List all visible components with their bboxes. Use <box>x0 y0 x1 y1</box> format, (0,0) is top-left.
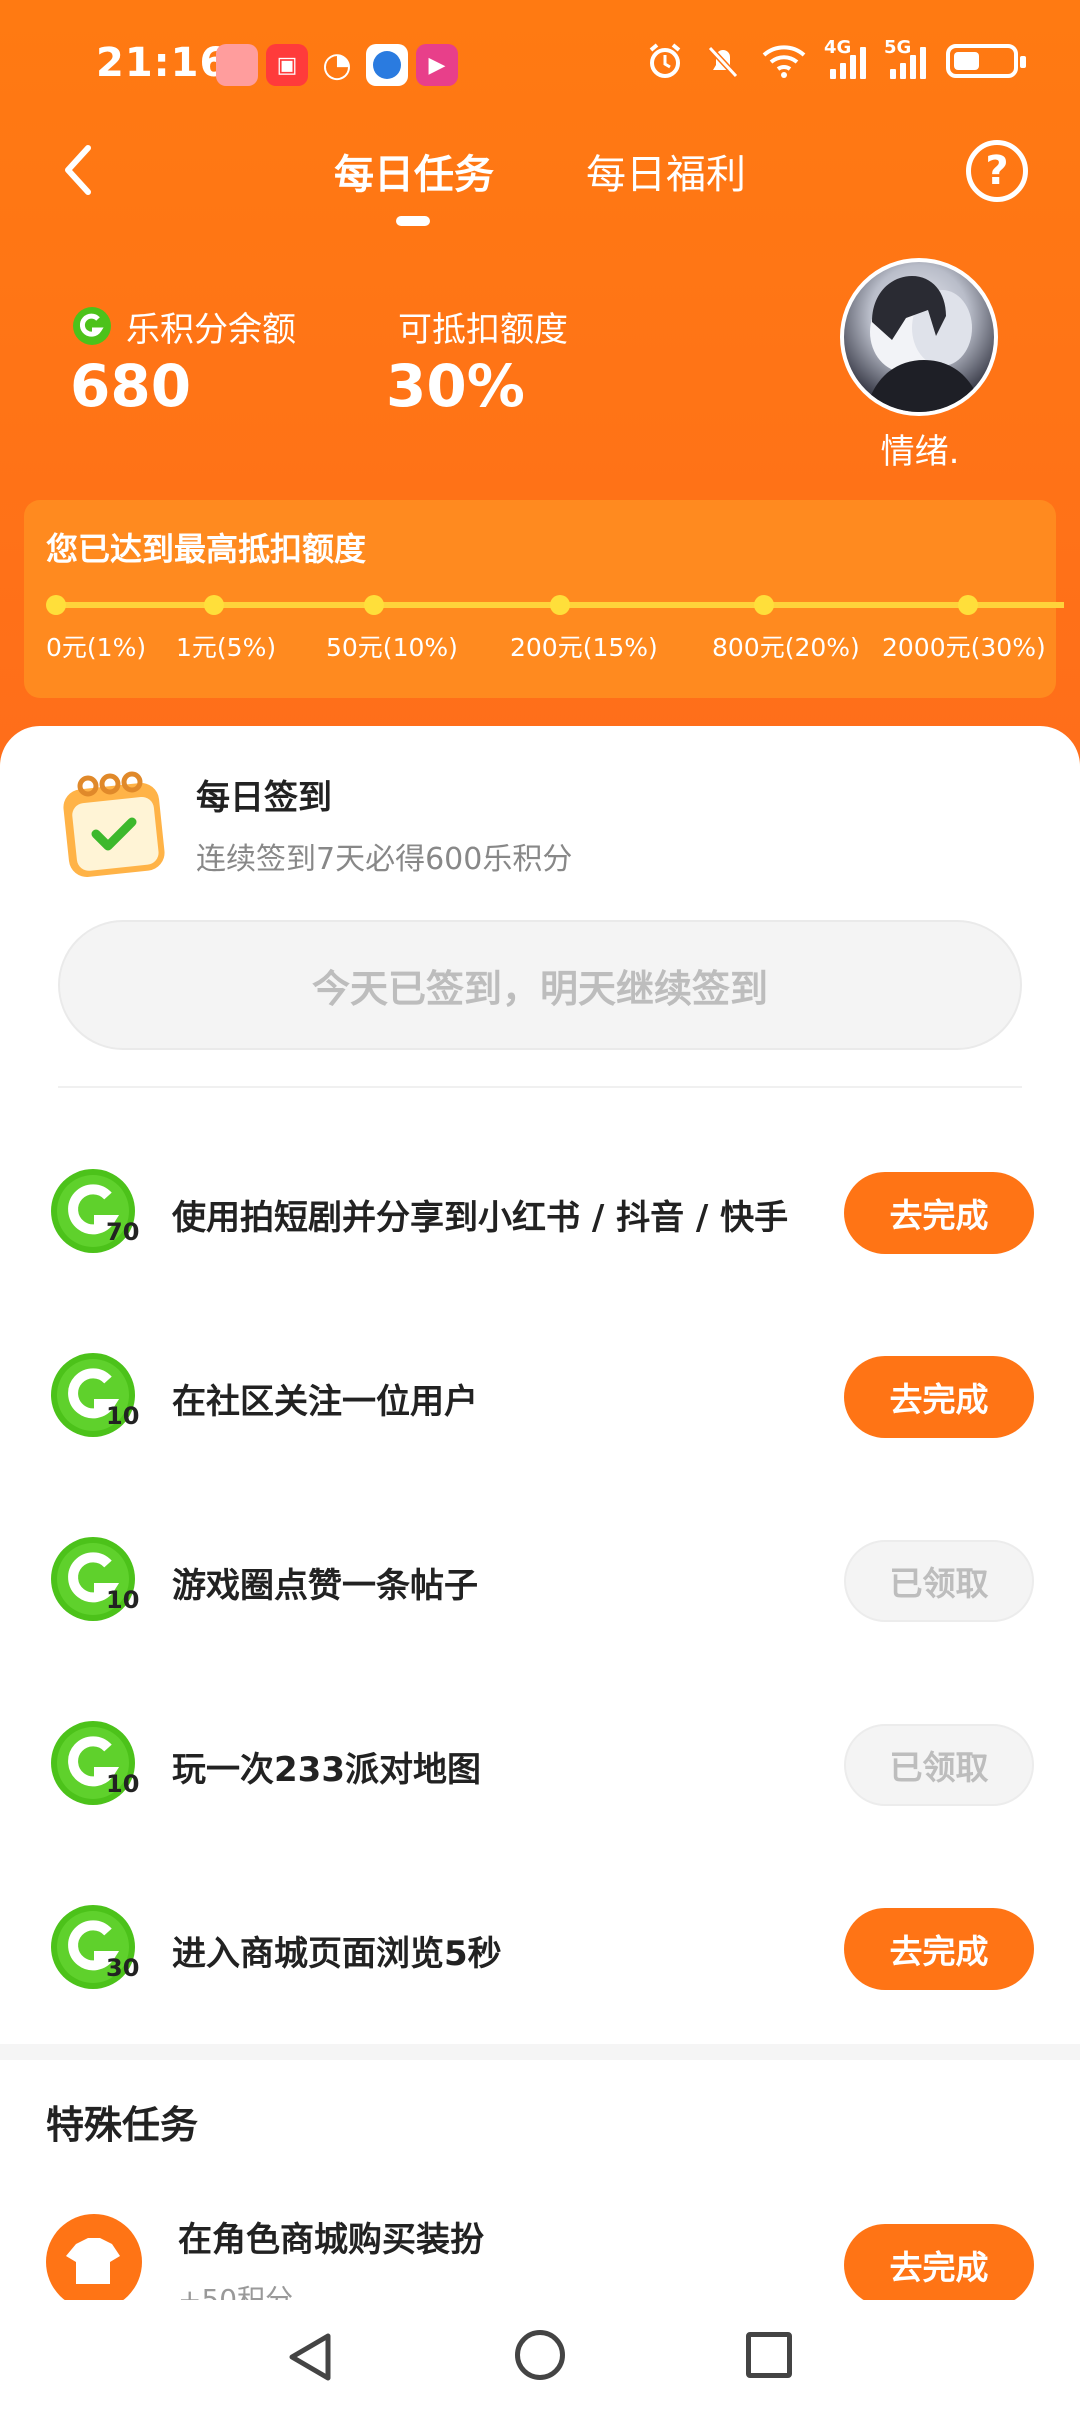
section-gap <box>0 2044 1080 2060</box>
status-bar: 21:16 ▣ ◔ ▶ 4G 5G <box>0 0 1080 130</box>
tier-dot <box>958 595 978 615</box>
tab-daily-benefits[interactable]: 每日福利 <box>586 142 746 200</box>
mute-bell-icon <box>707 45 739 79</box>
divider <box>58 1086 1022 1088</box>
task-title: 使用拍短剧并分享到小红书 / 抖音 / 快手 <box>172 1198 789 1238</box>
points-coin-icon <box>73 307 111 345</box>
task-row: 10 在社区关注一位用户 去完成 <box>0 1336 1080 1456</box>
claimed-button[interactable]: 已领取 <box>844 1724 1034 1806</box>
notification-icons: ▣ ◔ ▶ <box>216 44 458 86</box>
task-points-badge: 30 <box>106 1954 140 1982</box>
tshirt-icon <box>46 2214 142 2310</box>
task-title: 玩一次233派对地图 <box>172 1750 481 1790</box>
tier-progress-box: 您已达到最高抵扣额度 0元(1%) 1元(5%) 50元(10%) 200元(1… <box>24 500 1064 698</box>
task-title: 游戏圈点赞一条帖子 <box>172 1566 478 1606</box>
deduct-limit-label: 可抵扣额度 <box>398 310 568 350</box>
wechat-icon: ◔ <box>322 45 352 85</box>
tier-label: 1元(5%) <box>176 633 277 662</box>
tier-dot <box>550 595 570 615</box>
tab-daily-tasks[interactable]: 每日任务 <box>334 142 494 200</box>
checkin-button[interactable]: 今天已签到，明天继续签到 <box>58 920 1022 1050</box>
task-points-badge: 70 <box>106 1218 140 1246</box>
back-arrow-icon[interactable] <box>54 140 104 200</box>
points-balance-label: 乐积分余额 <box>126 310 296 350</box>
tier-dot <box>204 595 224 615</box>
checkin-subtitle: 连续签到7天必得600乐积分 <box>196 842 573 877</box>
deduct-limit-value: 30% <box>386 352 525 420</box>
video-app-icon: ▣ <box>266 44 308 86</box>
task-points-badge: 10 <box>106 1770 140 1798</box>
task-row: 10 玩一次233派对地图 已领取 <box>0 1704 1080 1824</box>
alarm-icon <box>649 43 681 78</box>
signal-5g-icon: 5G <box>884 37 926 79</box>
tier-label: 200元(15%) <box>510 633 658 662</box>
calendar-check-icon <box>63 771 165 877</box>
tier-label: 800元(20%) <box>712 633 860 662</box>
avatar[interactable] <box>840 258 998 416</box>
wifi-icon <box>762 45 806 78</box>
tier-dot <box>46 595 66 615</box>
player-app-icon: ▶ <box>416 44 458 86</box>
special-task-title: 在角色商城购买装扮 <box>178 2220 484 2260</box>
tier-title: 您已达到最高抵扣额度 <box>46 530 367 568</box>
go-complete-button[interactable]: 去完成 <box>844 1908 1034 1990</box>
signal-4g-icon: 4G <box>824 37 866 79</box>
task-points-badge: 10 <box>106 1402 140 1430</box>
tier-dot <box>754 595 774 615</box>
task-row: 70 使用拍短剧并分享到小红书 / 抖音 / 快手 去完成 <box>0 1152 1080 1272</box>
task-points-badge: 10 <box>106 1586 140 1614</box>
tier-label: 2000元(30%) <box>882 633 1046 662</box>
help-icon[interactable]: ? <box>966 140 1028 202</box>
tab-indicator <box>396 216 430 226</box>
tier-label: 50元(10%) <box>326 633 458 662</box>
task-row: 10 游戏圈点赞一条帖子 已领取 <box>0 1520 1080 1640</box>
special-tasks-title: 特殊任务 <box>46 2103 199 2147</box>
tier-dot <box>364 595 384 615</box>
checkin-title: 每日签到 <box>196 778 332 818</box>
go-complete-button[interactable]: 去完成 <box>844 1356 1034 1438</box>
claimed-button[interactable]: 已领取 <box>844 1540 1034 1622</box>
task-title: 进入商城页面浏览5秒 <box>172 1934 502 1974</box>
status-time: 21:16 <box>96 40 229 86</box>
system-back-icon[interactable] <box>284 2330 334 2384</box>
username: 情绪. <box>880 432 960 472</box>
system-recents-icon[interactable] <box>746 2332 792 2378</box>
points-balance-value: 680 <box>70 352 192 420</box>
task-title: 在社区关注一位用户 <box>172 1382 478 1422</box>
task-row: 30 进入商城页面浏览5秒 去完成 <box>0 1888 1080 2008</box>
tshirt-glyph <box>66 2238 120 2284</box>
battery-fill <box>954 52 979 70</box>
go-complete-button[interactable]: 去完成 <box>844 2224 1034 2306</box>
battery-icon <box>946 44 1026 78</box>
browser-app-icon <box>366 44 408 86</box>
system-home-icon[interactable] <box>515 2330 565 2380</box>
tier-label: 0元(1%) <box>46 633 147 662</box>
status-right: 4G 5G <box>646 37 1026 80</box>
go-complete-button[interactable]: 去完成 <box>844 1172 1034 1254</box>
blurred-app-icon <box>216 44 258 86</box>
